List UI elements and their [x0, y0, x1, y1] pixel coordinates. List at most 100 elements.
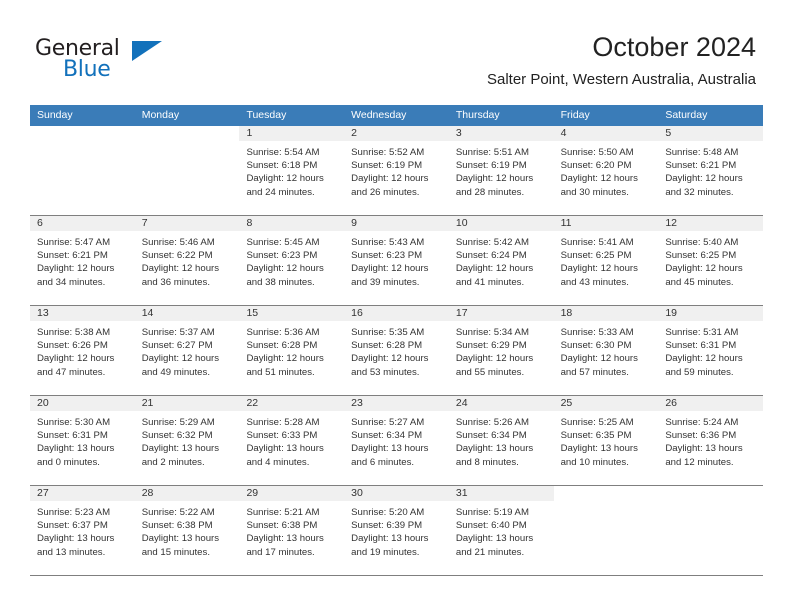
calendar-day-cell[interactable]: 14 Sunrise: 5:37 AM Sunset: 6:27 PM Dayligh… [134, 306, 240, 395]
calendar-day-cell[interactable]: 20 Sunrise: 5:30 AM Sunset: 6:31 PM Dayligh… [30, 396, 135, 485]
daylight-text-line1: Daylight: 13 hours [665, 443, 743, 455]
daylight-text-line1: Daylight: 12 hours [665, 263, 743, 275]
weekday-header-tuesday: Tuesday [246, 109, 287, 121]
sunrise-text: Sunrise: 5:46 AM [141, 237, 215, 248]
weekday-header-wednesday: Wednesday [351, 109, 407, 121]
sunset-text: Sunset: 6:34 PM [455, 430, 527, 442]
calendar-day-cell[interactable]: 17 Sunrise: 5:34 AM Sunset: 6:29 PM Dayligh… [448, 306, 554, 395]
calendar-cell-empty [658, 486, 764, 575]
sunset-text: Sunset: 6:25 PM [665, 250, 737, 262]
daylight-text-line2: and 21 minutes. [455, 546, 525, 558]
sunset-text: Sunset: 6:37 PM [37, 520, 108, 532]
day-number: 25 [553, 396, 659, 411]
sunset-text: Sunset: 6:20 PM [560, 160, 632, 172]
calendar-day-cell[interactable]: 5 Sunrise: 5:48 AM Sunset: 6:21 PM Daylight… [658, 126, 764, 215]
calendar-day-cell[interactable]: 19 Sunrise: 5:31 AM Sunset: 6:31 PM Dayligh… [658, 306, 764, 395]
daylight-text-line2: and 24 minutes. [246, 186, 315, 198]
calendar-day-cell[interactable]: 4 Sunrise: 5:50 AM Sunset: 6:20 PM Daylight… [553, 126, 659, 215]
calendar-day-cell[interactable]: 16 Sunrise: 5:35 AM Sunset: 6:28 PM Dayligh… [344, 306, 449, 395]
day-number: 10 [448, 216, 554, 231]
calendar-cell-empty [134, 126, 240, 215]
sunrise-text: Sunrise: 5:29 AM [141, 417, 215, 428]
day-details: Sunrise: 5:48 AM Sunset: 6:21 PM Daylight:… [658, 141, 763, 199]
daylight-text-line2: and 2 minutes. [141, 456, 205, 468]
daylight-text-line1: Daylight: 12 hours [560, 353, 638, 365]
daylight-text-line1: Daylight: 13 hours [455, 443, 534, 455]
calendar-day-cell[interactable]: 13 Sunrise: 5:38 AM Sunset: 6:26 PM Dayligh… [30, 306, 135, 395]
sunrise-text: Sunrise: 5:35 AM [351, 327, 425, 338]
day-number [30, 126, 135, 141]
calendar-day-cell[interactable]: 18 Sunrise: 5:33 AM Sunset: 6:30 PM Dayligh… [553, 306, 659, 395]
day-details: Sunrise: 5:47 AM Sunset: 6:21 PM Daylight:… [30, 231, 135, 289]
day-number: 6 [30, 216, 135, 231]
calendar-day-cell[interactable]: 2 Sunrise: 5:52 AM Sunset: 6:19 PM Daylight… [344, 126, 449, 215]
daylight-text-line1: Daylight: 13 hours [37, 533, 115, 545]
calendar-day-cell[interactable]: 22 Sunrise: 5:28 AM Sunset: 6:33 PM Dayligh… [239, 396, 345, 485]
calendar-day-cell[interactable]: 8 Sunrise: 5:45 AM Sunset: 6:23 PM Daylight… [239, 216, 345, 305]
day-number: 21 [134, 396, 240, 411]
calendar-day-cell[interactable]: 3 Sunrise: 5:51 AM Sunset: 6:19 PM Daylight… [448, 126, 554, 215]
sunrise-text: Sunrise: 5:21 AM [246, 507, 320, 518]
day-number: 9 [344, 216, 449, 231]
calendar-day-cell[interactable]: 12 Sunrise: 5:40 AM Sunset: 6:25 PM Dayligh… [658, 216, 764, 305]
daylight-text-line1: Daylight: 12 hours [37, 263, 115, 275]
day-details: Sunrise: 5:52 AM Sunset: 6:19 PM Daylight:… [344, 141, 449, 199]
sunset-text: Sunset: 6:26 PM [37, 340, 108, 352]
calendar-day-cell[interactable]: 31 Sunrise: 5:19 AM Sunset: 6:40 PM Dayligh… [448, 486, 554, 575]
calendar-day-cell[interactable]: 23 Sunrise: 5:27 AM Sunset: 6:34 PM Dayligh… [344, 396, 449, 485]
sunrise-text: Sunrise: 5:41 AM [560, 237, 634, 248]
calendar-day-cell[interactable]: 24 Sunrise: 5:26 AM Sunset: 6:34 PM Dayligh… [448, 396, 554, 485]
daylight-text-line2: and 28 minutes. [455, 186, 525, 198]
calendar-day-cell[interactable]: 11 Sunrise: 5:41 AM Sunset: 6:25 PM Dayligh… [553, 216, 659, 305]
calendar-day-cell[interactable]: 28 Sunrise: 5:22 AM Sunset: 6:38 PM Dayligh… [134, 486, 240, 575]
day-number: 7 [134, 216, 240, 231]
daylight-text-line2: and 4 minutes. [246, 456, 310, 468]
calendar-day-cell[interactable]: 15 Sunrise: 5:36 AM Sunset: 6:28 PM Dayligh… [239, 306, 345, 395]
calendar-day-cell[interactable]: 25 Sunrise: 5:25 AM Sunset: 6:35 PM Dayligh… [553, 396, 659, 485]
sunset-text: Sunset: 6:25 PM [560, 250, 632, 262]
day-details: Sunrise: 5:30 AM Sunset: 6:31 PM Daylight:… [30, 411, 135, 469]
title-block: October 2024 Salter Point, Western Austr… [487, 30, 756, 91]
calendar-cell-empty [553, 486, 659, 575]
sunset-text: Sunset: 6:39 PM [351, 520, 423, 532]
day-details: Sunrise: 5:21 AM Sunset: 6:38 PM Daylight:… [239, 501, 344, 559]
sunrise-text: Sunrise: 5:40 AM [665, 237, 739, 248]
calendar-day-cell[interactable]: 30 Sunrise: 5:20 AM Sunset: 6:39 PM Dayligh… [344, 486, 449, 575]
calendar-day-cell[interactable]: 6 Sunrise: 5:47 AM Sunset: 6:21 PM Daylight… [30, 216, 135, 305]
sunrise-text: Sunrise: 5:50 AM [560, 147, 634, 158]
weekday-header-monday: Monday [141, 109, 180, 121]
daylight-text-line1: Daylight: 12 hours [246, 173, 324, 185]
calendar-week-row: 20 Sunrise: 5:30 AM Sunset: 6:31 PM Dayligh… [30, 395, 764, 485]
sunrise-text: Sunrise: 5:48 AM [665, 147, 739, 158]
day-number: 4 [553, 126, 659, 141]
day-details: Sunrise: 5:22 AM Sunset: 6:38 PM Daylight:… [135, 501, 240, 559]
calendar-day-cell[interactable]: 29 Sunrise: 5:21 AM Sunset: 6:38 PM Dayligh… [239, 486, 345, 575]
daylight-text-line1: Daylight: 13 hours [37, 443, 115, 455]
calendar-day-cell[interactable]: 7 Sunrise: 5:46 AM Sunset: 6:22 PM Daylight… [134, 216, 240, 305]
daylight-text-line1: Daylight: 12 hours [246, 353, 324, 365]
calendar-day-cell[interactable]: 1 Sunrise: 5:54 AM Sunset: 6:18 PM Daylight… [239, 126, 345, 215]
day-details: Sunrise: 5:31 AM Sunset: 6:31 PM Daylight:… [658, 321, 763, 379]
calendar-day-cell[interactable]: 26 Sunrise: 5:24 AM Sunset: 6:36 PM Dayligh… [658, 396, 764, 485]
calendar-day-cell[interactable]: 9 Sunrise: 5:43 AM Sunset: 6:23 PM Daylight… [344, 216, 449, 305]
day-number: 27 [30, 486, 135, 501]
daylight-text-line2: and 34 minutes. [37, 276, 106, 288]
day-number: 11 [553, 216, 659, 231]
day-number: 18 [553, 306, 659, 321]
day-details: Sunrise: 5:24 AM Sunset: 6:36 PM Daylight:… [658, 411, 763, 469]
sunrise-text: Sunrise: 5:47 AM [37, 237, 111, 248]
calendar-day-cell[interactable]: 21 Sunrise: 5:29 AM Sunset: 6:32 PM Dayligh… [134, 396, 240, 485]
sunrise-text: Sunrise: 5:54 AM [246, 147, 320, 158]
calendar-day-cell[interactable]: 27 Sunrise: 5:23 AM Sunset: 6:37 PM Dayligh… [30, 486, 135, 575]
sunset-text: Sunset: 6:35 PM [560, 430, 632, 442]
day-details: Sunrise: 5:37 AM Sunset: 6:27 PM Daylight:… [135, 321, 240, 379]
sunrise-text: Sunrise: 5:51 AM [455, 147, 529, 158]
sunrise-text: Sunrise: 5:19 AM [455, 507, 529, 518]
daylight-text-line1: Daylight: 13 hours [141, 443, 220, 455]
day-number: 19 [658, 306, 764, 321]
logo-text-blue: Blue [63, 57, 111, 82]
daylight-text-line1: Daylight: 12 hours [351, 353, 429, 365]
sunset-text: Sunset: 6:32 PM [141, 430, 213, 442]
sunrise-text: Sunrise: 5:37 AM [141, 327, 215, 338]
calendar-day-cell[interactable]: 10 Sunrise: 5:42 AM Sunset: 6:24 PM Dayligh… [448, 216, 554, 305]
